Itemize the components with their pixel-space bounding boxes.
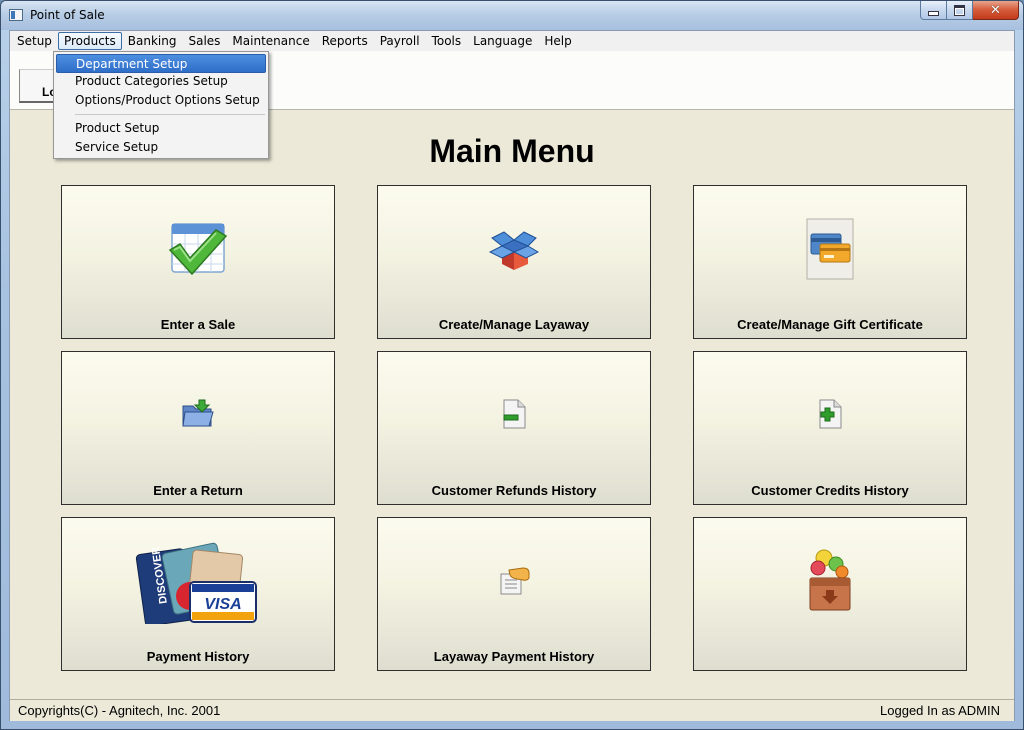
tile-enter-return[interactable]: Enter a Return	[61, 351, 335, 505]
title-bar[interactable]: Point of Sale ✕	[1, 1, 1023, 30]
close-icon: ✕	[990, 2, 1001, 18]
logged-in-status: Logged In as ADMIN	[880, 703, 1000, 718]
menu-maintenance[interactable]: Maintenance	[226, 32, 315, 50]
minimize-icon	[928, 10, 939, 16]
menu-bar: Setup Products Banking Sales Maintenance…	[10, 31, 1014, 51]
products-dropdown-menu: Department Setup Product Categories Setu…	[53, 51, 269, 159]
tile-customer-credits[interactable]: Customer Credits History	[693, 351, 967, 505]
tile-label: Customer Credits History	[751, 483, 909, 498]
tile-label: Payment History	[146, 649, 250, 664]
menu-separator	[75, 114, 265, 115]
tile-label: Create/Manage Layaway	[438, 317, 590, 332]
maximize-icon	[954, 4, 965, 16]
tile-label: Layaway Payment History	[433, 649, 595, 664]
balloon-box-icon	[809, 549, 851, 611]
menu-item-product-categories-setup[interactable]: Product Categories Setup	[56, 72, 266, 91]
checkmark-calendar-icon	[168, 223, 228, 276]
tile-layaway-payment-history[interactable]: Layaway Payment History	[377, 517, 651, 671]
document-plus-icon	[819, 399, 842, 429]
tile-customer-refunds[interactable]: Customer Refunds History	[377, 351, 651, 505]
menu-item-product-setup[interactable]: Product Setup	[56, 119, 266, 138]
card-brand-visa: VISA	[204, 596, 241, 613]
tile-label: Customer Refunds History	[431, 483, 597, 498]
menu-products[interactable]: Products	[57, 32, 122, 50]
hand-document-icon	[500, 567, 530, 595]
window-title: Point of Sale	[30, 8, 105, 22]
menu-banking[interactable]: Banking	[122, 32, 183, 50]
menu-sales[interactable]: Sales	[182, 32, 226, 50]
menu-payroll[interactable]: Payroll	[374, 32, 426, 50]
menu-item-options-setup[interactable]: Options/Product Options Setup	[56, 91, 266, 110]
menu-help[interactable]: Help	[538, 32, 577, 50]
menu-reports[interactable]: Reports	[316, 32, 374, 50]
menu-language[interactable]: Language	[467, 32, 538, 50]
tile-enter-sale[interactable]: Enter a Sale	[61, 185, 335, 339]
tile-create-layaway[interactable]: Create/Manage Layaway	[377, 185, 651, 339]
menu-item-service-setup[interactable]: Service Setup	[56, 138, 266, 157]
minimize-button[interactable]	[920, 1, 947, 20]
tile-label: Enter a Return	[153, 483, 243, 498]
menu-setup[interactable]: Setup	[11, 32, 58, 50]
maximize-button[interactable]	[947, 1, 973, 20]
app-window: Point of Sale ✕ Setup Products Banking S…	[0, 0, 1024, 730]
app-icon[interactable]	[9, 9, 23, 21]
tile-label: Create/Manage Gift Certificate	[737, 317, 923, 332]
tile-gift-certificate[interactable]: Create/Manage Gift Certificate	[693, 185, 967, 339]
credit-cards-icon: DISCOVER VISA	[135, 542, 257, 624]
close-button[interactable]: ✕	[973, 1, 1019, 20]
window-controls: ✕	[920, 1, 1019, 21]
open-box-icon	[488, 231, 540, 270]
menu-tools[interactable]: Tools	[426, 32, 468, 50]
menu-item-department-setup[interactable]: Department Setup	[56, 54, 266, 73]
tile-payment-history[interactable]: DISCOVER VISA Payment History	[61, 517, 335, 671]
document-minus-icon	[503, 399, 526, 429]
tile-label: Enter a Sale	[160, 317, 236, 332]
tile-balloon-box[interactable]	[693, 517, 967, 671]
gift-card-icon	[806, 218, 854, 280]
status-bar: Copyrights(C) - Agnitech, Inc. 2001 Logg…	[10, 699, 1014, 721]
folder-return-icon	[182, 399, 214, 427]
copyright-text: Copyrights(C) - Agnitech, Inc. 2001	[18, 703, 221, 718]
